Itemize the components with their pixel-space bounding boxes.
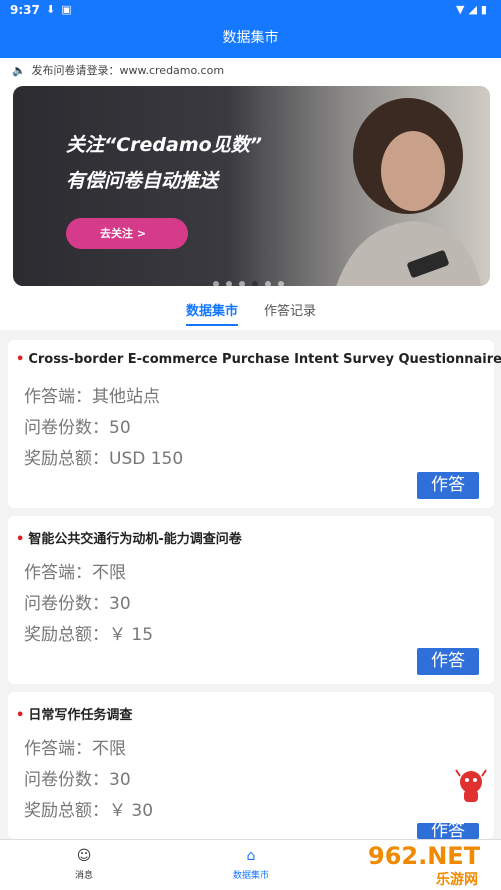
tab-data-market[interactable]: 数据集市 xyxy=(186,300,239,326)
promo-banner[interactable]: 关注“Credamo见数” 有偿问卷自动推送 去关注 > xyxy=(13,86,490,286)
survey-title: • 智能公共交通行为动机-能力调查问卷 xyxy=(16,532,242,547)
survey-reward: 奖励总额：￥ 15 xyxy=(24,625,154,645)
notification-icons: ⬇▣ xyxy=(46,3,78,16)
answer-button[interactable]: 作答 xyxy=(417,472,479,499)
survey-copies: 问卷份数：30 xyxy=(24,770,131,790)
survey-reward: 奖励总额：USD 150 xyxy=(24,449,184,469)
nav-label: 数据集市 xyxy=(232,871,269,881)
notice-text: 发布问卷请登录：www.credamo.com xyxy=(31,64,225,77)
answer-button[interactable]: 作答 xyxy=(417,648,479,675)
notice-bar: 🔈 发布问卷请登录：www.credamo.com xyxy=(0,58,501,84)
nav-data-market[interactable]: ⌂ 数据集市 xyxy=(211,848,291,881)
carousel-dot-active[interactable] xyxy=(252,281,258,286)
banner-area: 关注“Credamo见数” 有偿问卷自动推送 去关注 > xyxy=(0,84,501,296)
survey-platform: 作答端：其他站点 xyxy=(24,387,160,407)
smile-icon: ☺ xyxy=(76,848,92,864)
carousel-dot[interactable] xyxy=(213,281,219,286)
tab-bar: 数据集市 作答记录 xyxy=(0,296,501,330)
watermark-number: 962.NET xyxy=(368,842,481,870)
carousel-dot[interactable] xyxy=(226,281,232,286)
survey-platform: 作答端：不限 xyxy=(24,739,126,759)
survey-copies: 问卷份数：30 xyxy=(24,594,131,614)
system-icons: ▼◢▮ xyxy=(456,3,491,16)
nav-label: 消息 xyxy=(74,871,93,881)
banner-photo xyxy=(336,98,482,286)
banner-headline: 关注“Credamo见数” xyxy=(66,134,262,156)
carousel-dot[interactable] xyxy=(278,281,284,286)
tab-answer-records[interactable]: 作答记录 xyxy=(264,300,316,326)
site-watermark: 962.NET 乐游网 xyxy=(368,842,481,888)
survey-card[interactable]: • 智能公共交通行为动机-能力调查问卷 作答端：不限 问卷份数：30 奖励总额：￥… xyxy=(8,516,494,684)
carousel-dot[interactable] xyxy=(265,281,271,286)
status-time: 9:37 xyxy=(10,3,40,17)
survey-copies: 问卷份数：50 xyxy=(24,418,131,438)
carousel-dots xyxy=(213,272,291,286)
survey-platform: 作答端：不限 xyxy=(24,563,126,583)
page-title: 数据集市 xyxy=(0,22,501,58)
bullet-icon: • xyxy=(16,708,25,723)
bullet-icon: • xyxy=(16,532,25,547)
watermark-label: 乐游网 xyxy=(436,871,478,888)
speaker-icon: 🔈 xyxy=(12,64,26,77)
survey-card[interactable]: • 日常写作任务调查 作答端：不限 问卷份数：30 奖励总额：￥ 30 作答 xyxy=(8,692,494,839)
mascot-icon[interactable] xyxy=(451,766,491,806)
survey-title: • Cross-border E-commerce Purchase Intent… xyxy=(16,352,501,367)
survey-title: • 日常写作任务调查 xyxy=(16,708,133,723)
banner-subline: 有偿问卷自动推送 xyxy=(66,170,219,192)
survey-card[interactable]: • Cross-border E-commerce Purchase Intent… xyxy=(8,340,501,508)
answer-button[interactable]: 作答 xyxy=(417,823,479,839)
survey-reward: 奖励总额：￥ 30 xyxy=(24,801,154,821)
carousel-dot[interactable] xyxy=(239,281,245,286)
bullet-icon: • xyxy=(16,352,25,367)
home-icon: ⌂ xyxy=(246,848,256,864)
follow-button[interactable]: 去关注 > xyxy=(66,218,188,249)
nav-messages[interactable]: ☺ 消息 xyxy=(44,848,124,881)
status-bar: 9:37 ⬇▣ ▼◢▮ xyxy=(0,0,501,22)
